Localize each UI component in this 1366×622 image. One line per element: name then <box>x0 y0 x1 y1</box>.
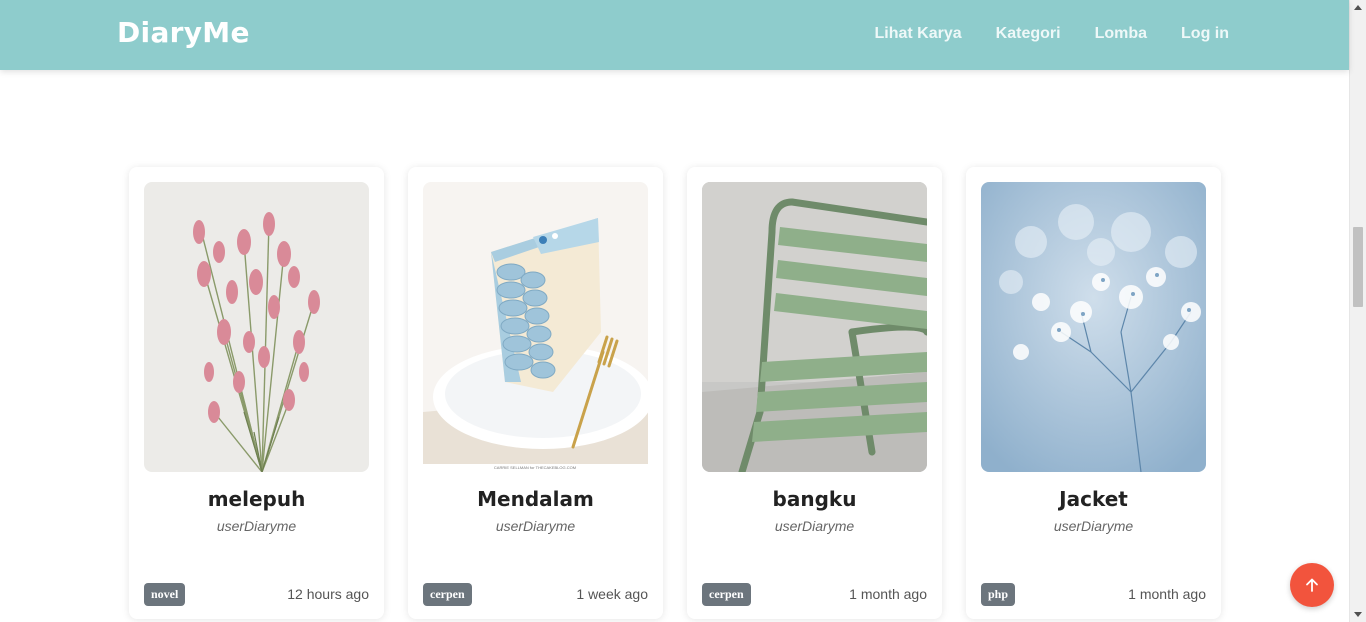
back-to-top-button[interactable] <box>1290 563 1334 607</box>
nav-links: Lihat Karya Kategori Lomba Log in <box>875 25 1229 43</box>
card-author: userDiaryme <box>1053 518 1134 534</box>
story-card[interactable]: Jacket userDiaryme php 1 month ago <box>966 167 1221 619</box>
image-caption: CARRIE SELLMAN for THECAKEBLOG.COM <box>494 465 576 470</box>
timestamp: 12 hours ago <box>287 586 369 602</box>
timestamp: 1 month ago <box>849 586 927 602</box>
nav-link-lomba[interactable]: Lomba <box>1095 25 1147 43</box>
category-badge[interactable]: cerpen <box>702 583 751 606</box>
nav-link-log-in[interactable]: Log in <box>1181 25 1229 43</box>
scrollbar-thumb[interactable] <box>1353 227 1363 307</box>
category-badge[interactable]: cerpen <box>423 583 472 606</box>
story-card[interactable]: CARRIE SELLMAN for THECAKEBLOG.COM Menda… <box>408 167 663 619</box>
brand-logo[interactable]: DiaryMe <box>117 16 250 49</box>
timestamp: 1 month ago <box>1128 586 1206 602</box>
card-title[interactable]: melepuh <box>129 487 384 511</box>
story-card[interactable]: bangku userDiaryme cerpen 1 month ago <box>687 167 942 619</box>
green-chair-image[interactable] <box>702 182 927 472</box>
card-grid: melepuh userDiaryme novel 12 hours ago C… <box>129 167 1221 619</box>
card-title[interactable]: Jacket <box>966 487 1221 511</box>
card-author: userDiaryme <box>495 518 576 534</box>
card-author: userDiaryme <box>774 518 855 534</box>
scroll-down-icon[interactable] <box>1354 612 1362 617</box>
blue-baby-breath-flowers-image[interactable] <box>981 182 1206 472</box>
arrow-up-icon <box>1306 578 1318 592</box>
nav-link-lihat-karya[interactable]: Lihat Karya <box>875 25 962 43</box>
timestamp: 1 week ago <box>576 586 648 602</box>
blue-cake-slice-image[interactable]: CARRIE SELLMAN for THECAKEBLOG.COM <box>423 182 648 472</box>
category-badge[interactable]: php <box>981 583 1016 606</box>
card-title[interactable]: bangku <box>687 487 942 511</box>
page: DiaryMe Lihat Karya Kategori Lomba Log i… <box>0 0 1366 622</box>
nav-link-kategori[interactable]: Kategori <box>996 25 1061 43</box>
card-title[interactable]: Mendalam <box>408 487 663 511</box>
scroll-up-icon[interactable] <box>1354 5 1362 10</box>
navbar: DiaryMe Lihat Karya Kategori Lomba Log i… <box>0 0 1349 70</box>
card-author: userDiaryme <box>216 518 297 534</box>
page-scrollbar[interactable] <box>1349 0 1366 622</box>
pink-dried-flowers-image[interactable] <box>144 182 369 472</box>
category-badge[interactable]: novel <box>144 583 186 606</box>
story-card[interactable]: melepuh userDiaryme novel 12 hours ago <box>129 167 384 619</box>
